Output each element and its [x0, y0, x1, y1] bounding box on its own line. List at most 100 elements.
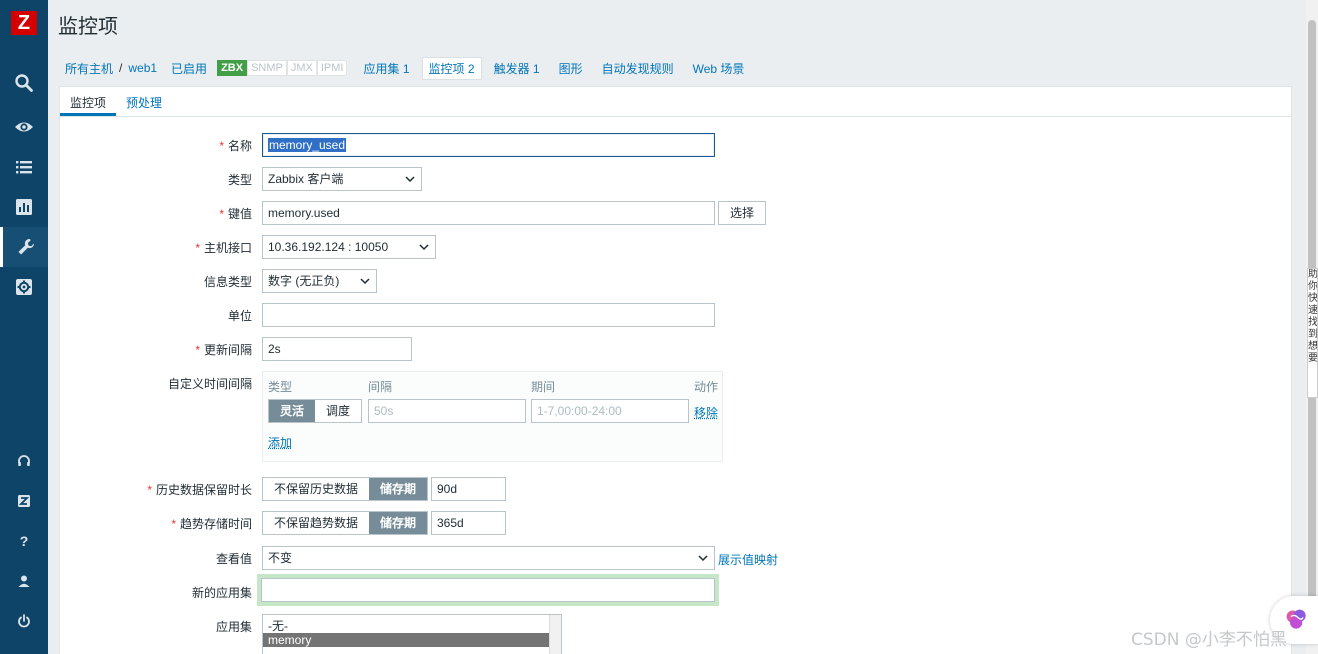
application-option-memory[interactable]: memory [263, 633, 549, 647]
name-label: * 名称 [72, 137, 252, 154]
update-interval-label-text: 更新间隔 [203, 343, 252, 357]
key-input[interactable]: memory.used [262, 201, 715, 225]
custom-intervals-table: 类型 间隔 期间 动作 灵活 调度 50s 1-7,00:00-24:00 移除… [262, 371, 723, 462]
chart-icon[interactable] [0, 187, 48, 227]
tab-triggers-label: 触发器 [493, 61, 530, 76]
history-do-not-keep[interactable]: 不保留历史数据 [263, 478, 370, 500]
info-type-label: 信息类型 [203, 275, 252, 289]
new-application-label: 新的应用集 [191, 586, 252, 600]
remove-interval-link[interactable]: 移除 [694, 404, 718, 421]
tab-applications[interactable]: 应用集 1 [363, 60, 409, 77]
type-select[interactable]: Zabbix 客户端 [262, 167, 422, 191]
tab-triggers[interactable]: 触发器 1 [494, 60, 540, 77]
subtab-preprocessing[interactable]: 预处理 [116, 87, 172, 116]
subtab-item[interactable]: 监控项 [60, 87, 117, 116]
zabbix-logo[interactable]: Z [11, 11, 37, 35]
eye-icon[interactable] [0, 107, 48, 147]
gear-icon[interactable] [0, 267, 48, 307]
key-label: * 键值 [72, 205, 252, 222]
side-floating-tip[interactable]: 助你快速找到想要 [1307, 268, 1318, 398]
brain-icon [1286, 609, 1306, 629]
interval-type-toggle[interactable]: 灵活 调度 [268, 399, 363, 423]
custom-intervals-label: 自定义时间间隔 [167, 377, 252, 391]
wrench-icon[interactable] [0, 227, 48, 267]
breadcrumb-host[interactable]: web1 [128, 61, 157, 75]
show-value-select[interactable]: 不变 [262, 546, 715, 570]
tag-zbx: ZBX [217, 60, 248, 76]
custom-intervals-header-type: 类型 [268, 380, 293, 394]
history-mode-toggle[interactable]: 不保留历史数据 储存期 [262, 477, 429, 501]
history-input[interactable]: 90d [431, 477, 506, 501]
interface-tags: ZBX SNMP JMX IPMI [217, 60, 348, 76]
interval-type-scheduling[interactable]: 调度 [315, 400, 362, 422]
page-title: 监控项 [58, 16, 118, 38]
search-icon[interactable] [0, 63, 48, 103]
tag-jmx: JMX [286, 60, 317, 76]
tab-discovery-rules[interactable]: 自动发现规则 [602, 60, 674, 77]
zabbix-share-icon[interactable] [0, 481, 48, 521]
help-icon[interactable]: ? [0, 521, 48, 561]
custom-intervals-header-period: 期间 [531, 380, 556, 394]
interface-select-value: 10.36.192.124 : 10050 [268, 240, 389, 254]
interface-label-text: 主机接口 [203, 241, 252, 255]
host-status-enabled[interactable]: 已启用 [171, 60, 207, 77]
breadcrumb-all-hosts[interactable]: 所有主机 [65, 60, 113, 77]
units-input[interactable] [262, 303, 715, 327]
headset-icon[interactable] [0, 441, 48, 481]
chevron-down-icon [698, 555, 708, 562]
add-interval-link[interactable]: 添加 [268, 434, 292, 451]
breadcrumb-separator: / [119, 61, 123, 75]
required-marker: * [147, 483, 152, 497]
name-input-value: memory_used [268, 138, 347, 152]
breadcrumb: 所有主机 / web1 已启用 ZBX SNMP JMX IPMI 应用集 1 … [59, 56, 745, 80]
form-subtabs: 监控项 预处理 [60, 87, 1291, 117]
applications-listbox-scrollbar[interactable] [549, 615, 561, 654]
applications-listbox[interactable]: -无- memory [262, 614, 562, 654]
tab-triggers-count: 1 [532, 61, 540, 76]
required-marker: * [195, 343, 200, 357]
trends-storage-period[interactable]: 储存期 [369, 512, 428, 534]
custom-interval-input[interactable]: 50s [368, 399, 526, 423]
name-input[interactable]: memory_used [262, 133, 715, 157]
watermark: CSDN @小李不怕黑 [1131, 630, 1287, 650]
tab-graphs[interactable]: 图形 [559, 60, 583, 77]
interface-select[interactable]: 10.36.192.124 : 10050 [262, 235, 436, 259]
select-key-button[interactable]: 选择 [718, 201, 766, 225]
tab-items[interactable]: 监控项 2 [421, 56, 482, 80]
tab-items-count: 2 [467, 61, 475, 76]
trends-input[interactable]: 365d [431, 511, 506, 535]
new-application-highlight [257, 574, 719, 606]
chevron-down-icon [405, 176, 415, 183]
tab-applications-count: 1 [402, 61, 410, 76]
info-type-select[interactable]: 数字 (无正负) [262, 269, 377, 293]
item-form-panel: 监控项 预处理 * 名称 memory_used 类型 Zabbix 客户端 * 键… [59, 86, 1292, 654]
interval-type-flexible[interactable]: 灵活 [269, 400, 316, 422]
interface-label: * 主机接口 [72, 239, 252, 256]
trends-do-not-keep[interactable]: 不保留趋势数据 [263, 512, 370, 534]
info-type-select-value: 数字 (无正负) [268, 274, 340, 288]
tab-applications-label: 应用集 [363, 61, 400, 76]
custom-period-input[interactable]: 1-7,00:00-24:00 [531, 399, 689, 423]
new-application-input[interactable] [261, 578, 715, 602]
application-option-none[interactable]: -无- [263, 619, 549, 633]
applications-label: 应用集 [215, 620, 252, 634]
tab-items-label: 监控项 [428, 61, 465, 76]
sidebar: Z ? [0, 0, 48, 654]
update-interval-input[interactable]: 2s [262, 337, 412, 361]
user-icon[interactable] [0, 561, 48, 601]
custom-intervals-header-action: 动作 [694, 380, 719, 394]
chevron-down-icon [360, 278, 370, 285]
tag-ipmi: IPMI [316, 60, 348, 76]
trends-mode-toggle[interactable]: 不保留趋势数据 储存期 [262, 511, 429, 535]
tab-web-scenarios[interactable]: Web 场景 [693, 60, 745, 77]
show-value-label: 查看值 [215, 552, 252, 566]
history-label-text: 历史数据保留时长 [155, 483, 252, 497]
trends-label-text: 趋势存储时间 [179, 517, 252, 531]
list-icon[interactable] [0, 147, 48, 187]
show-value-mappings-link[interactable]: 展示值映射 [718, 551, 778, 568]
power-icon[interactable] [0, 601, 48, 641]
required-marker: * [219, 207, 224, 221]
key-label-text: 键值 [227, 207, 252, 221]
history-storage-period[interactable]: 储存期 [369, 478, 428, 500]
name-label-text: 名称 [227, 139, 252, 153]
